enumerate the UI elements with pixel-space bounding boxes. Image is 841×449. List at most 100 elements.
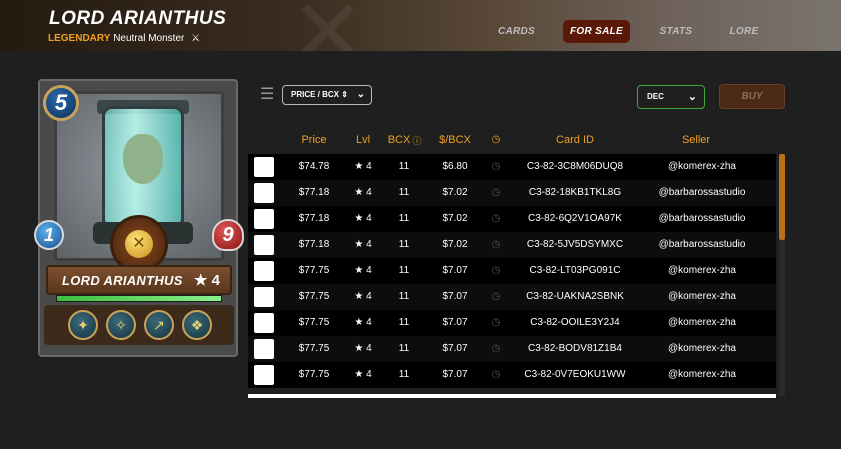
seller-cell[interactable]: @komerex-zha: [640, 258, 764, 284]
monster-card[interactable]: 5 1 9 ✕ LORD ARIANTHUS ★ 4 ✦ ✧ ↗ ❖: [34, 79, 244, 357]
clock-header-icon[interactable]: ◷: [488, 134, 504, 145]
col-per-bcx[interactable]: $/BCX: [434, 134, 476, 146]
bcx-cell: 11: [398, 239, 410, 250]
seller-cell[interactable]: @komerex-zha: [640, 284, 764, 310]
mana-cost-badge: 5: [43, 85, 79, 121]
table-row[interactable]: $77.18 ★ 4 11 $7.02 C3-82-18KB1TKL8G @barbaro…: [248, 180, 776, 206]
clock-icon: ◷: [491, 161, 501, 172]
row-checkbox[interactable]: [254, 365, 274, 385]
monster-head: [123, 134, 163, 184]
tab-for-sale[interactable]: FOR SALE: [563, 20, 630, 43]
table-row[interactable]: $77.75 ★ 4 11 $7.07 C3-82-BODV81Z1B4 @komerex…: [248, 336, 776, 362]
price-cell: $77.18: [298, 239, 330, 250]
level-cell: ★ 4: [354, 161, 372, 172]
abilities-bar: ✦ ✧ ↗ ❖: [44, 305, 234, 345]
seller-cell[interactable]: @barbarossastudio: [640, 232, 764, 258]
xp-bar: [56, 295, 222, 302]
level-cell: ★ 4: [354, 265, 372, 276]
bcx-cell: 11: [398, 161, 410, 172]
level-cell: ★ 4: [354, 239, 372, 250]
card-id-cell[interactable]: C3-82-18KB1TKL8G: [510, 180, 640, 206]
card-name: LORD ARIANTHUS: [62, 273, 183, 288]
seller-cell[interactable]: @barbarossastudio: [640, 180, 764, 206]
bcx-cell: 11: [398, 265, 410, 276]
ability-3-icon[interactable]: ↗: [144, 310, 174, 340]
tab-cards[interactable]: CARDS: [489, 20, 544, 43]
per-bcx-cell: $7.02: [442, 213, 468, 224]
tab-lore[interactable]: LORE: [719, 20, 769, 43]
card-id-cell[interactable]: C3-82-LT03PG091C: [510, 258, 640, 284]
col-bcx[interactable]: BCX: [386, 134, 412, 146]
level-cell: ★ 4: [354, 317, 372, 328]
col-price[interactable]: Price: [288, 134, 340, 146]
card-id-cell[interactable]: C3-82-6Q2V1OA97K: [510, 206, 640, 232]
card-id-cell[interactable]: C3-82-0V7EOKU1WW: [510, 362, 640, 388]
filter-list-icon[interactable]: ☰: [260, 87, 276, 103]
table-row[interactable]: $77.75 ★ 4 11 $7.07 C3-82-0V7EOKU1WW @komerex…: [248, 362, 776, 388]
seller-cell[interactable]: @komerex-zha: [640, 362, 764, 388]
price-cell: $77.18: [298, 187, 330, 198]
bcx-cell: 11: [398, 317, 410, 328]
card-id-cell[interactable]: C3-82-5JV5DSYMXC: [510, 232, 640, 258]
direction-select[interactable]: DEC ⌄: [637, 85, 705, 109]
clock-icon: ◷: [491, 291, 501, 302]
ability-4-icon[interactable]: ❖: [182, 310, 212, 340]
clock-icon: ◷: [491, 317, 501, 328]
row-checkbox[interactable]: [254, 209, 274, 229]
card-id-cell[interactable]: C3-82-BODV81Z1B4: [510, 336, 640, 362]
ability-2-icon[interactable]: ✧: [106, 310, 136, 340]
price-cell: $77.75: [298, 369, 330, 380]
table-row[interactable]: $77.75 ★ 4 11 $7.07 C3-82-LT03PG091C @komerex…: [248, 258, 776, 284]
ability-1-icon[interactable]: ✦: [68, 310, 98, 340]
row-checkbox[interactable]: [254, 339, 274, 359]
table-row[interactable]: $77.75 ★ 4 11 $7.07 C3-82-OOILE3Y2J4 @komerex…: [248, 310, 776, 336]
sort-select[interactable]: PRICE / BCX ⇕ ⌄: [282, 85, 372, 105]
row-checkbox[interactable]: [254, 287, 274, 307]
health-stat: 9: [212, 219, 244, 251]
bcx-cell: 11: [398, 187, 410, 198]
col-seller[interactable]: Seller: [640, 134, 752, 146]
header-background-emblem: ✕: [290, 0, 365, 51]
row-checkbox[interactable]: [254, 261, 274, 281]
table-row[interactable]: $74.78 ★ 4 11 $6.80 C3-82-3C8M06DUQ8 @komerex…: [248, 154, 776, 180]
vertical-scrollbar[interactable]: [779, 154, 785, 396]
xp-bar-fill: [57, 296, 221, 301]
price-cell: $77.75: [298, 291, 330, 302]
bcx-info-icon[interactable]: ⓘ: [412, 134, 422, 147]
bcx-cell: 11: [398, 213, 410, 224]
per-bcx-cell: $7.07: [442, 317, 468, 328]
card-id-cell[interactable]: C3-82-UAKNA2SBNK: [510, 284, 640, 310]
row-checkbox[interactable]: [254, 157, 274, 177]
seller-cell[interactable]: @barbarossastudio: [640, 206, 764, 232]
col-lvl[interactable]: Lvl: [348, 134, 378, 146]
row-checkbox[interactable]: [254, 183, 274, 203]
per-bcx-cell: $7.02: [442, 187, 468, 198]
table-row[interactable]: $77.75 ★ 4 11 $7.07 C3-82-UAKNA2SBNK @komerex…: [248, 284, 776, 310]
card-id-cell[interactable]: C3-82-OOILE3Y2J4: [510, 310, 640, 336]
seller-cell[interactable]: @komerex-zha: [640, 336, 764, 362]
seller-cell[interactable]: @komerex-zha: [640, 310, 764, 336]
listing-table: $74.78 ★ 4 11 $6.80 C3-82-3C8M06DUQ8 @komerex…: [248, 154, 776, 394]
sort-select-value: PRICE / BCX ⇕: [291, 90, 348, 99]
table-row[interactable]: $77.18 ★ 4 11 $7.02 C3-82-6Q2V1OA97K @barbaro…: [248, 206, 776, 232]
price-cell: $77.75: [298, 343, 330, 354]
seller-cell[interactable]: @komerex-zha: [640, 154, 764, 180]
price-cell: $74.78: [298, 161, 330, 172]
scroll-thumb[interactable]: [779, 154, 785, 240]
card-id-cell[interactable]: C3-82-3C8M06DUQ8: [510, 154, 640, 180]
header: ✕ LORD ARIANTHUS LEGENDARY Neutral Monst…: [0, 0, 841, 51]
tab-stats[interactable]: STATS: [650, 20, 702, 43]
clock-icon: ◷: [491, 187, 501, 198]
per-bcx-cell: $7.07: [442, 369, 468, 380]
table-row[interactable]: $77.18 ★ 4 11 $7.02 C3-82-5JV5DSYMXC @barbaro…: [248, 232, 776, 258]
clock-icon: ◷: [491, 343, 501, 354]
clock-icon: ◷: [491, 369, 501, 380]
card-name-banner: LORD ARIANTHUS ★ 4: [46, 265, 232, 295]
col-card-id[interactable]: Card ID: [510, 134, 640, 146]
buy-button[interactable]: BUY: [719, 84, 785, 109]
row-checkbox[interactable]: [254, 235, 274, 255]
row-checkbox[interactable]: [254, 313, 274, 333]
per-bcx-cell: $7.07: [442, 291, 468, 302]
card-level: ★ 4: [194, 272, 220, 289]
bcx-cell: 11: [398, 369, 410, 380]
